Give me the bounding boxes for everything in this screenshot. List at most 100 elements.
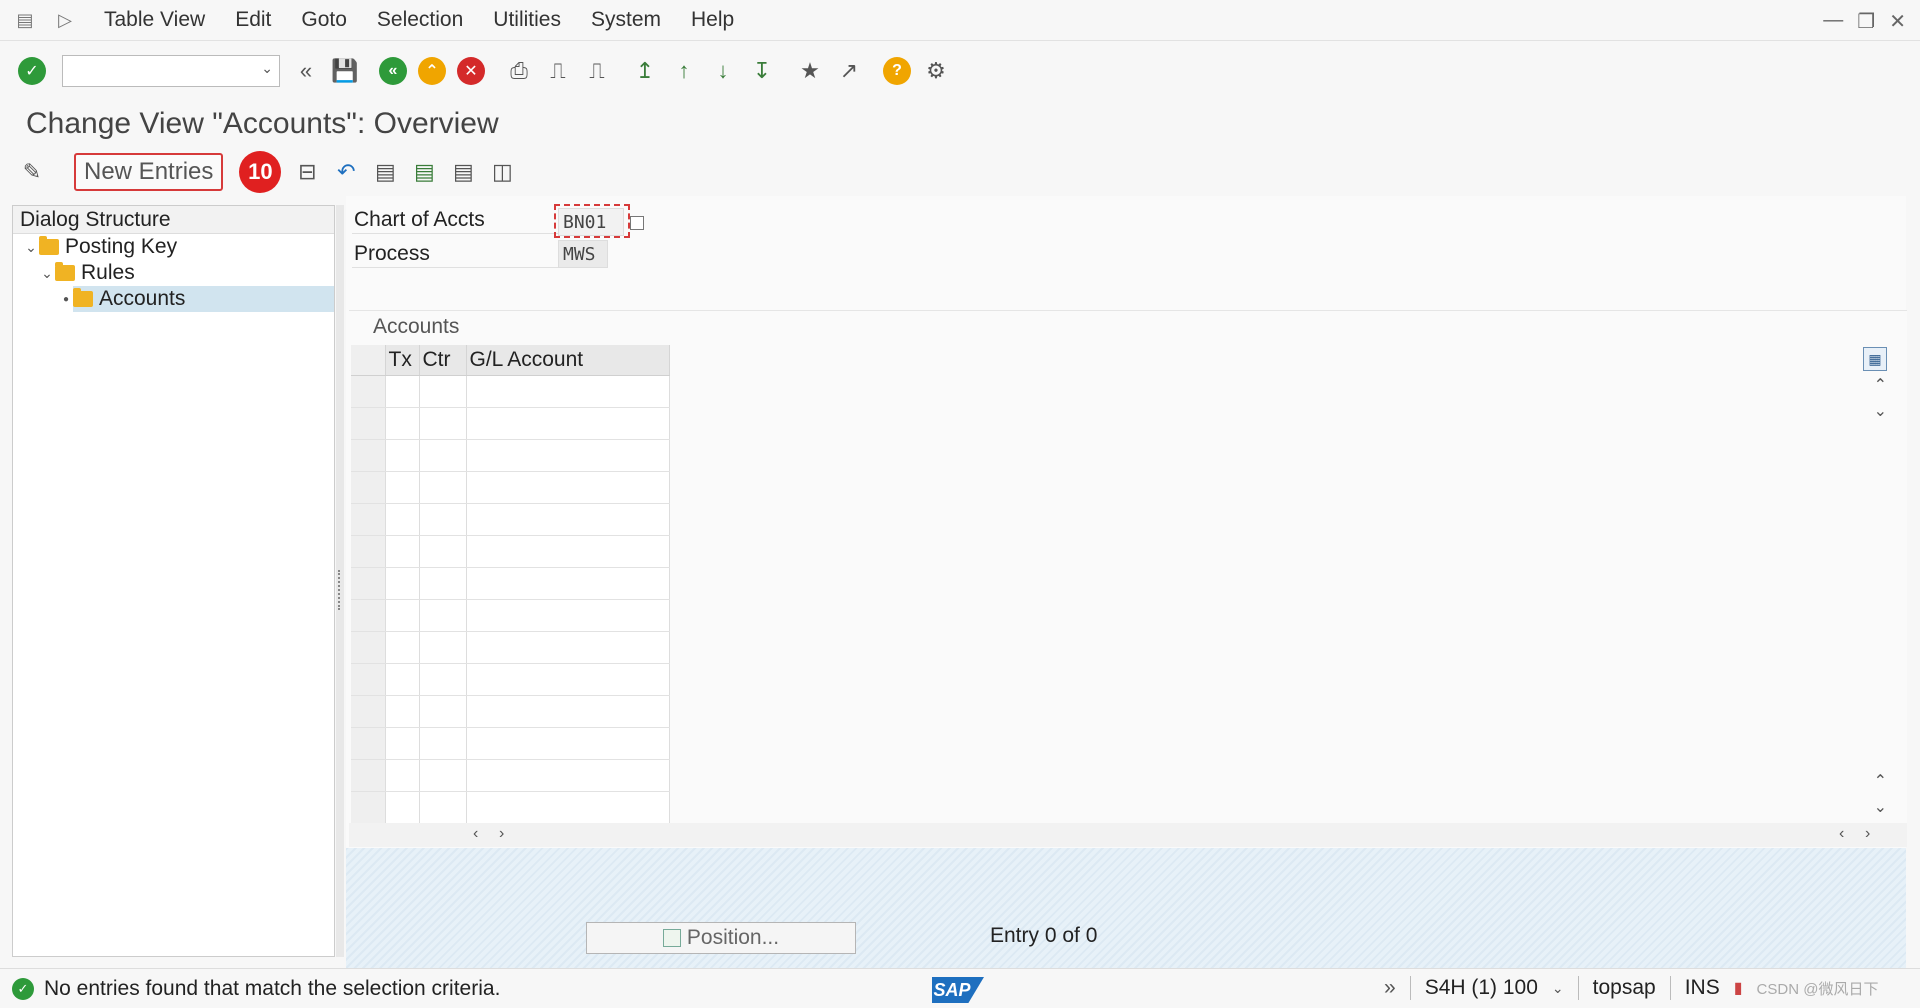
table-cell[interactable] [466, 631, 670, 664]
table-cell[interactable] [385, 471, 420, 504]
table-row[interactable] [351, 663, 670, 696]
find-next-icon[interactable]: ⎍ [581, 55, 613, 87]
select-all-rows-cell[interactable] [351, 345, 386, 376]
chevron-down-icon[interactable]: ⌄ [23, 239, 39, 256]
help-icon[interactable]: ? [881, 55, 913, 87]
table-cell[interactable] [466, 791, 670, 824]
cancel-icon[interactable]: ✕ [455, 55, 487, 87]
double-chevron-right-icon[interactable]: » [1384, 976, 1396, 1000]
row-selector-cell[interactable] [351, 439, 386, 472]
table-cell[interactable] [385, 375, 420, 408]
row-selector-cell[interactable] [351, 375, 386, 408]
table-cell[interactable] [419, 695, 467, 728]
row-selector-cell[interactable] [351, 759, 386, 792]
table-row[interactable] [351, 791, 670, 824]
minimize-icon[interactable]: — [1823, 9, 1843, 34]
delete-row-icon[interactable]: ⊟ [291, 156, 323, 188]
row-selector-cell[interactable] [351, 503, 386, 536]
column-header-tx[interactable]: Tx [385, 345, 420, 376]
scroll-right-icon[interactable]: › [1865, 825, 1870, 843]
table-cell[interactable] [466, 599, 670, 632]
scroll-up-icon[interactable]: ⌃ [1874, 771, 1887, 791]
tree-item-accounts[interactable]: ● Accounts [13, 286, 334, 312]
menu-selection[interactable]: Selection [377, 8, 463, 32]
print-icon[interactable]: ⎙ [503, 55, 535, 87]
menu-table-view[interactable]: Table View [104, 8, 205, 32]
tree-item-posting-key[interactable]: ⌄ Posting Key [13, 234, 334, 260]
column-header-gl-account[interactable]: G/L Account [466, 345, 670, 376]
table-cell[interactable] [419, 759, 467, 792]
table-cell[interactable] [385, 727, 420, 760]
restore-icon[interactable]: ❐ [1857, 9, 1875, 34]
scroll-right-icon[interactable]: › [499, 825, 504, 843]
table-cell[interactable] [419, 567, 467, 600]
splitter-grip-icon[interactable] [338, 570, 342, 610]
chevron-down-icon[interactable]: ⌄ [261, 60, 273, 77]
row-selector-cell[interactable] [351, 663, 386, 696]
table-cell[interactable] [466, 471, 670, 504]
tree-item-rules[interactable]: ⌄ Rules [13, 260, 334, 286]
scroll-down-icon[interactable]: ⌄ [1874, 401, 1887, 421]
table-cell[interactable] [419, 727, 467, 760]
first-page-icon[interactable]: ↥ [629, 55, 661, 87]
table-cell[interactable] [385, 535, 420, 568]
new-entries-button[interactable]: New Entries [74, 153, 224, 191]
table-cell[interactable] [419, 791, 467, 824]
row-selector-cell[interactable] [351, 535, 386, 568]
scroll-left-icon[interactable]: ‹ [473, 825, 478, 843]
table-cell[interactable] [466, 503, 670, 536]
table-cell[interactable] [385, 663, 420, 696]
shortcut-icon[interactable]: ↗ [833, 55, 865, 87]
double-chevron-left-icon[interactable]: « [290, 55, 322, 87]
chevron-down-icon[interactable]: ⌄ [1552, 980, 1564, 997]
command-input[interactable] [63, 56, 253, 86]
table-cell[interactable] [385, 631, 420, 664]
menu-help[interactable]: Help [691, 8, 734, 32]
last-page-icon[interactable]: ↧ [746, 55, 778, 87]
table-cell[interactable] [385, 503, 420, 536]
row-selector-cell[interactable] [351, 407, 386, 440]
table-settings-icon[interactable]: ▦ [1863, 347, 1887, 371]
menu-goto[interactable]: Goto [301, 8, 347, 32]
customize-layout-icon[interactable]: ▷ [50, 8, 80, 32]
table-cell[interactable] [466, 663, 670, 696]
panel-splitter[interactable] [336, 205, 344, 957]
menu-system[interactable]: System [591, 8, 661, 32]
display-change-icon[interactable]: ✎ [16, 156, 48, 188]
chart-of-accts-field[interactable]: BN01 [558, 208, 624, 236]
row-selector-cell[interactable] [351, 727, 386, 760]
menu-edit[interactable]: Edit [235, 8, 271, 32]
table-row[interactable] [351, 631, 670, 664]
table-cell[interactable] [466, 695, 670, 728]
chevron-down-icon[interactable]: ⌄ [39, 265, 55, 282]
table-cell[interactable] [385, 759, 420, 792]
deselect-all-icon[interactable]: ▤ [447, 156, 479, 188]
scroll-down-icon[interactable]: ⌄ [1874, 797, 1887, 817]
table-row[interactable] [351, 503, 670, 536]
menu-expand-icon[interactable]: ▤ [10, 8, 40, 32]
save-icon[interactable]: 💾 [329, 55, 361, 87]
table-row[interactable] [351, 727, 670, 760]
scroll-left-icon[interactable]: ‹ [1839, 825, 1844, 843]
table-cell[interactable] [385, 599, 420, 632]
select-block-icon[interactable]: ▤ [408, 156, 440, 188]
table-cell[interactable] [419, 375, 467, 408]
table-row[interactable] [351, 439, 670, 472]
back-icon[interactable]: « [377, 55, 409, 87]
table-row[interactable] [351, 567, 670, 600]
table-row[interactable] [351, 407, 670, 440]
command-field[interactable]: ⌄ [62, 55, 280, 87]
table-row[interactable] [351, 599, 670, 632]
row-selector-cell[interactable] [351, 791, 386, 824]
table-cell[interactable] [419, 599, 467, 632]
table-cell[interactable] [466, 407, 670, 440]
table-cell[interactable] [419, 535, 467, 568]
table-row[interactable] [351, 375, 670, 408]
position-button[interactable]: Position... [586, 922, 856, 954]
previous-page-icon[interactable]: ↑ [668, 55, 700, 87]
next-page-icon[interactable]: ↓ [707, 55, 739, 87]
row-selector-cell[interactable] [351, 567, 386, 600]
close-window-icon[interactable]: ✕ [1889, 9, 1906, 34]
table-cell[interactable] [419, 663, 467, 696]
table-cell[interactable] [466, 759, 670, 792]
